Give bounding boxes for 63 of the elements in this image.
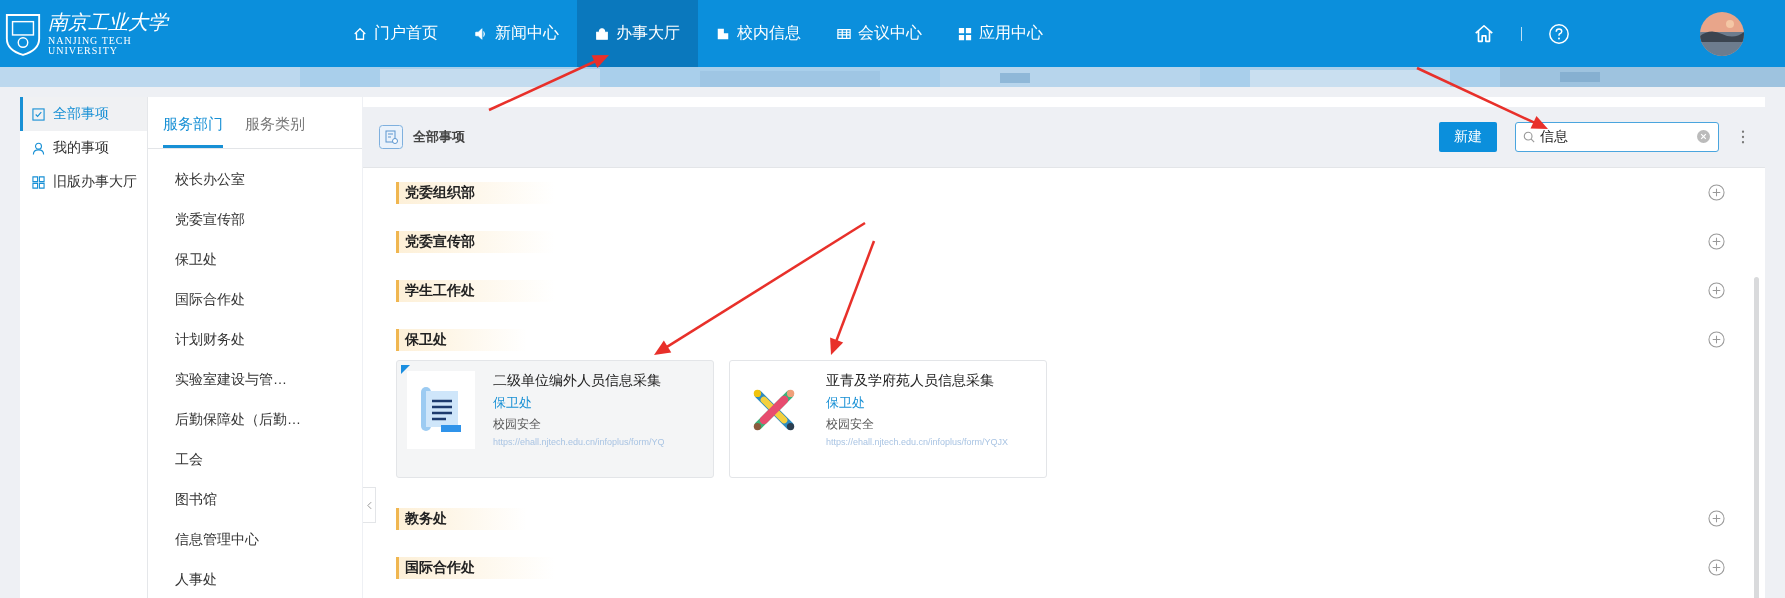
department-item[interactable]: 图书馆 xyxy=(148,479,362,519)
department-item[interactable]: 校长办公室 xyxy=(148,159,362,199)
add-icon[interactable] xyxy=(1708,559,1725,576)
department-item[interactable]: 人事处 xyxy=(148,559,362,598)
form-icon xyxy=(379,125,403,149)
checkbox-icon xyxy=(32,107,45,121)
category-label: 校园安全 xyxy=(493,416,542,433)
department-link[interactable]: 保卫处 xyxy=(826,394,1009,412)
department-item[interactable]: 党委宣传部 xyxy=(148,199,362,239)
search-field[interactable]: 信息 xyxy=(1515,122,1719,152)
new-button[interactable]: 新建 xyxy=(1439,122,1497,152)
nav-tab[interactable]: 门户首页 xyxy=(335,0,456,67)
card-url: https://ehall.njtech.edu.cn/infoplus/form/YQ xyxy=(493,437,665,447)
add-icon[interactable] xyxy=(1708,233,1725,250)
crossed-figures-icon xyxy=(751,387,797,433)
university-name: 南京工业大学 xyxy=(48,11,168,32)
clear-icon[interactable] xyxy=(1697,130,1710,143)
side-menu-item[interactable]: 我的事项 xyxy=(20,131,147,165)
nav-tab[interactable]: 会议中心 xyxy=(819,0,940,67)
grid-icon xyxy=(32,175,45,189)
nav-tab[interactable]: 校内信息 xyxy=(698,0,819,67)
department-item[interactable]: 实验室建设与管… xyxy=(148,359,362,399)
add-icon[interactable] xyxy=(1708,510,1725,527)
tab[interactable]: 服务类别 xyxy=(245,115,305,148)
department-item[interactable]: 保卫处 xyxy=(148,239,362,279)
add-icon[interactable] xyxy=(1708,184,1725,201)
building-icon xyxy=(716,26,730,41)
department-item[interactable]: 信息管理中心 xyxy=(148,519,362,559)
side-menu-item[interactable]: 旧版办事大厅 xyxy=(20,165,147,199)
department-item[interactable]: 国际合作处 xyxy=(148,279,362,319)
avatar[interactable] xyxy=(1700,11,1744,56)
nav-tab[interactable]: 新闻中心 xyxy=(456,0,577,67)
user-icon xyxy=(32,141,45,155)
nav-tab[interactable]: 办事大厅 xyxy=(577,0,698,67)
tab[interactable]: 服务部门 xyxy=(163,115,223,148)
university-english-name: UNIVERSITY xyxy=(48,45,119,56)
card-title: 亚青及学府苑人员信息采集 xyxy=(826,372,995,390)
service-card[interactable]: 二级单位编外人员信息采集 保卫处 校园安全 https://ehall.njtech.edu.cn/infoplus/form/YQ xyxy=(396,360,714,478)
speaker-icon xyxy=(474,26,488,41)
card-title: 二级单位编外人员信息采集 xyxy=(493,372,662,390)
add-icon[interactable] xyxy=(1708,282,1725,299)
scrollbar[interactable] xyxy=(1754,277,1759,598)
university-crest-icon xyxy=(4,11,42,56)
table-icon xyxy=(837,26,851,41)
category-label: 校园安全 xyxy=(826,416,875,433)
home-icon[interactable] xyxy=(1473,22,1495,45)
search-icon xyxy=(1523,131,1535,143)
grid-icon xyxy=(958,26,972,41)
more-icon[interactable] xyxy=(1741,130,1745,144)
add-icon[interactable] xyxy=(1708,331,1725,348)
home-icon xyxy=(353,26,367,41)
collapse-handle[interactable] xyxy=(363,487,376,523)
department-item[interactable]: 后勤保障处（后勤… xyxy=(148,399,362,439)
service-card[interactable]: 亚青及学府苑人员信息采集 保卫处 校园安全 https://ehall.njtech.edu.cn/infoplus/form/YQJX xyxy=(729,360,1047,478)
page-title: 全部事项 xyxy=(413,128,465,146)
university-english-name: NANJING TECH xyxy=(48,35,133,46)
bag-icon xyxy=(595,26,609,41)
department-item[interactable]: 工会 xyxy=(148,439,362,479)
department-item[interactable]: 计划财务处 xyxy=(148,319,362,359)
card-url: https://ehall.njtech.edu.cn/infoplus/form/YQJX xyxy=(826,437,1009,447)
chevron-left-icon xyxy=(366,500,372,510)
help-icon[interactable] xyxy=(1548,22,1570,45)
nav-tab[interactable]: 应用中心 xyxy=(940,0,1061,67)
